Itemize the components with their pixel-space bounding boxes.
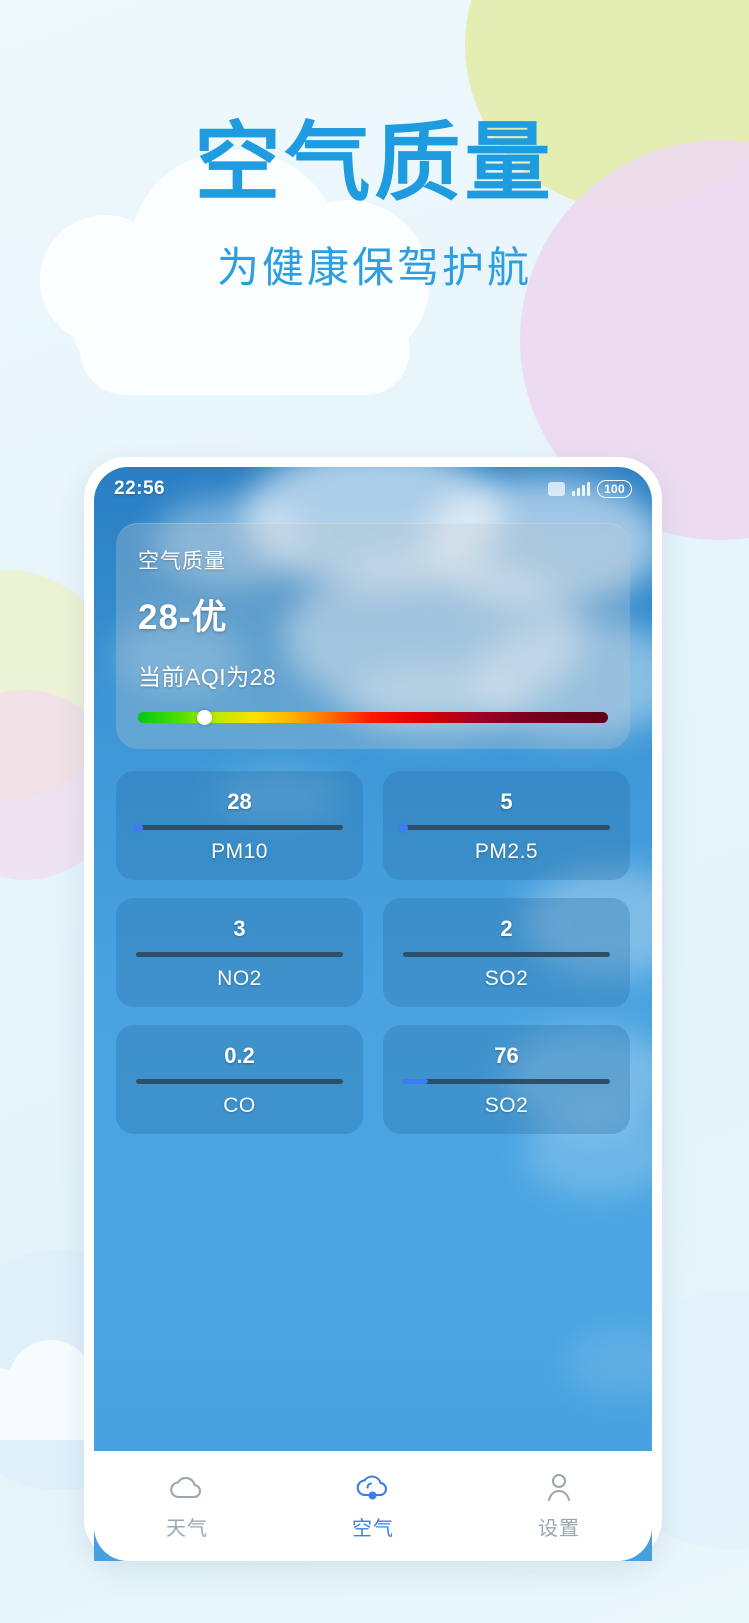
pollutant-level-track[interactable] (133, 822, 343, 833)
pollutant-level-track[interactable] (136, 1079, 343, 1084)
page-title: 空气质量 (194, 115, 555, 211)
pollutant-level-track[interactable] (136, 952, 343, 957)
bottom-tab-bar: 天气 空气 设置 (94, 1451, 652, 1561)
pollutant-level-fill (403, 1079, 428, 1084)
pollutant-level-track[interactable] (398, 822, 610, 833)
pollutant-level-dot[interactable] (398, 822, 408, 833)
phone-screen: 22:56 100 空气质量 28-优 当前AQI为28 28 PM10 5 PM2.… (94, 467, 652, 1561)
pollutant-card[interactable]: 0.2 CO (116, 1025, 363, 1134)
pollutant-name: PM10 (211, 840, 268, 863)
pollutant-card[interactable]: 5 PM2.5 (383, 771, 630, 880)
pollutant-grid: 28 PM10 5 PM2.5 3 NO2 2 SO2 0.2 CO 76 SO2 (116, 771, 630, 1134)
cloud-dot-icon (353, 1471, 393, 1503)
tab-label: 设置 (538, 1518, 580, 1540)
aqi-scale (138, 710, 608, 725)
pollutant-value: 76 (494, 1043, 519, 1068)
tab-settings[interactable]: 设置 (499, 1471, 619, 1541)
aqi-scale-thumb[interactable] (196, 710, 212, 725)
status-icons: 100 (548, 479, 632, 499)
pollutant-card[interactable]: 28 PM10 (116, 771, 363, 880)
battery-icon: 100 (597, 479, 632, 499)
phone-mockup: 22:56 100 空气质量 28-优 当前AQI为28 28 PM10 5 PM2.… (84, 457, 662, 1561)
pollutant-name: CO (223, 1094, 256, 1117)
pollutant-card[interactable]: 76 SO2 (383, 1025, 630, 1134)
cloud-icon (167, 1471, 207, 1503)
pollutant-level-track[interactable] (403, 952, 610, 957)
pollutant-value: 3 (233, 916, 246, 941)
pollutant-value: 28 (227, 789, 252, 814)
pollutant-name: SO2 (484, 967, 529, 990)
pollutant-value: 2 (500, 916, 513, 941)
aqi-card-label: 空气质量 (138, 550, 226, 573)
hero-section: 空气质量 为健康保驾护航 (0, 118, 749, 295)
pollutant-card[interactable]: 3 NO2 (116, 898, 363, 1007)
pollutant-name: SO2 (484, 1094, 529, 1117)
page-subtitle: 为健康保驾护航 (216, 244, 532, 292)
tab-label: 天气 (166, 1518, 208, 1540)
tab-air[interactable]: 空气 (313, 1471, 433, 1541)
status-bar: 22:56 100 (94, 467, 652, 511)
status-time: 22:56 (114, 478, 166, 499)
tab-weather[interactable]: 天气 (127, 1471, 247, 1541)
aqi-value: 28-优 (138, 598, 228, 637)
aqi-summary-card[interactable]: 空气质量 28-优 当前AQI为28 (116, 523, 630, 749)
pollutant-name: PM2.5 (474, 840, 539, 863)
signal-icon (572, 481, 591, 496)
pollutant-name: NO2 (217, 967, 262, 990)
pollutant-level-dot[interactable] (133, 822, 144, 833)
pollutant-card[interactable]: 2 SO2 (383, 898, 630, 1007)
person-icon (539, 1471, 579, 1503)
pollutant-value: 0.2 (224, 1043, 255, 1068)
pollutant-level-track[interactable] (403, 1079, 610, 1084)
aqi-description: 当前AQI为28 (138, 664, 277, 690)
screenshot-icon (548, 481, 566, 496)
pollutant-value: 5 (500, 789, 513, 814)
tab-label: 空气 (352, 1518, 394, 1540)
